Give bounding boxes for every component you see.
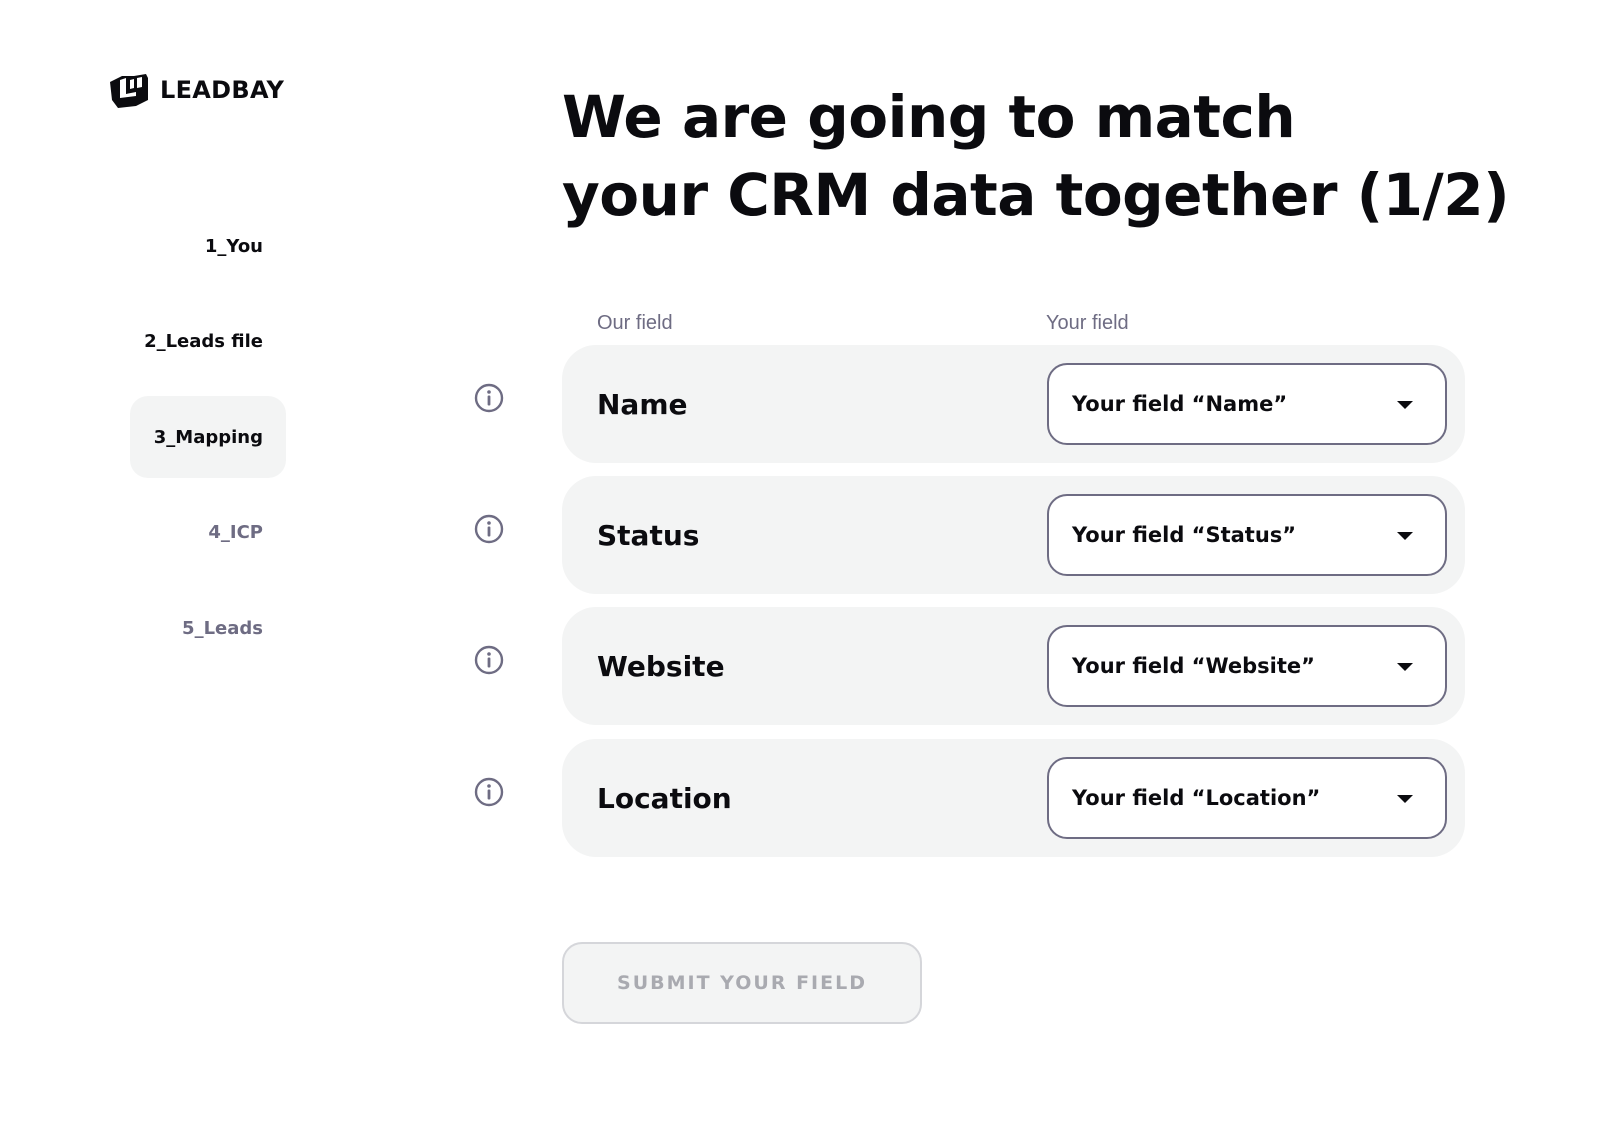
your-field-select-name[interactable]: Your field “Name” [1047, 363, 1447, 445]
info-icon[interactable] [474, 777, 504, 807]
select-value: Your field “Name” [1072, 392, 1288, 416]
caret-down-icon [1397, 795, 1413, 803]
our-field-label: Location [597, 781, 732, 815]
column-header-our-field: Our field [597, 312, 673, 334]
our-field-label: Name [597, 387, 688, 421]
our-field-label: Website [597, 649, 725, 683]
step-you[interactable]: 1_You [130, 205, 286, 287]
brand-logo[interactable]: LEADBAY [106, 70, 284, 110]
our-field-label: Status [597, 518, 700, 552]
page-title: We are going to match your CRM data toge… [562, 78, 1510, 234]
step-icp[interactable]: 4_ICP [130, 491, 286, 573]
mapping-row-status: Status Your field “Status” [562, 476, 1465, 594]
info-icon[interactable] [474, 645, 504, 675]
mapping-row-name: Name Your field “Name” [562, 345, 1465, 463]
mapping-row-location: Location Your field “Location” [562, 739, 1465, 857]
info-icon[interactable] [474, 514, 504, 544]
leadbay-logo-icon [110, 74, 148, 108]
select-value: Your field “Location” [1072, 786, 1321, 810]
your-field-select-status[interactable]: Your field “Status” [1047, 494, 1447, 576]
page-title-line-1: We are going to match [562, 83, 1296, 151]
select-value: Your field “Website” [1072, 654, 1315, 678]
step-leads-file[interactable]: 2_Leads file [130, 300, 286, 382]
step-mapping[interactable]: 3_Mapping [130, 396, 286, 478]
your-field-select-location[interactable]: Your field “Location” [1047, 757, 1447, 839]
submit-your-field-button[interactable]: SUBMIT YOUR FIELD [562, 942, 922, 1024]
select-value: Your field “Status” [1072, 523, 1297, 547]
brand-name: LEADBAY [160, 76, 285, 104]
step-leads[interactable]: 5_Leads [130, 587, 286, 669]
your-field-select-website[interactable]: Your field “Website” [1047, 625, 1447, 707]
info-icon[interactable] [474, 383, 504, 413]
column-header-your-field: Your field [1046, 312, 1129, 334]
page-title-line-2: your CRM data together (1/2) [562, 161, 1510, 229]
caret-down-icon [1397, 401, 1413, 409]
caret-down-icon [1397, 532, 1413, 540]
caret-down-icon [1397, 663, 1413, 671]
mapping-row-website: Website Your field “Website” [562, 607, 1465, 725]
